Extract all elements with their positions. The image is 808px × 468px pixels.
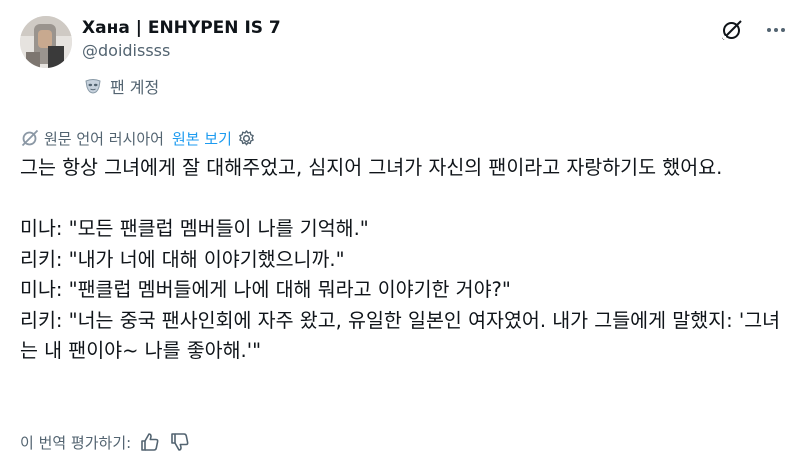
tweet-actions	[720, 18, 788, 42]
tweet-paragraph: 미나: "팬클럽 멤버들에게 나에 대해 뭐라고 이야기한 거야?"	[20, 278, 511, 301]
more-options-icon[interactable]	[764, 18, 788, 42]
profile-photo-image	[20, 16, 72, 68]
mask-icon	[85, 79, 101, 94]
display-name[interactable]: Хана | ENHYPEN IS 7	[82, 16, 281, 40]
gear-icon[interactable]	[237, 129, 256, 148]
tweet-header: Хана | ENHYPEN IS 7 @doidissss 팬 계정	[20, 14, 788, 104]
fan-account-label: 팬 계정	[110, 78, 160, 97]
tweet-paragraph: 미나: "모든 팬클럽 멤버들이 나를 기억해."	[20, 217, 369, 240]
thumbs-down-icon[interactable]	[169, 431, 191, 453]
fan-account-badge: 팬 계정	[82, 74, 159, 98]
show-original-link[interactable]: 원본 보기	[172, 128, 232, 149]
thumbs-up-icon[interactable]	[139, 431, 161, 453]
tweet-paragraph: 리키: "너는 중국 팬사인회에 자주 왔고, 유일한 일본인 여자였어. 내가…	[20, 308, 781, 363]
translation-bar: 원문 언어 러시아어 원본 보기	[20, 126, 256, 150]
grok-icon[interactable]	[720, 18, 744, 42]
translate-grok-icon	[21, 129, 39, 147]
tweet-text: 그는 항상 그녀에게 잘 대해주었고, 심지어 그녀가 자신의 팬이라고 자랑하…	[20, 153, 790, 367]
user-handle[interactable]: @doidissss	[82, 40, 281, 62]
ellipsis-icon	[767, 28, 785, 32]
source-language-label: 원문 언어 러시아어	[44, 129, 164, 148]
avatar[interactable]	[20, 16, 72, 68]
tweet-paragraph: 리키: "내가 너에 대해 이야기했으니까."	[20, 247, 345, 271]
author-block[interactable]: Хана | ENHYPEN IS 7 @doidissss	[82, 16, 281, 62]
tweet-paragraph: 그는 항상 그녀에게 잘 대해주었고, 심지어 그녀가 자신의 팬이라고 자랑하…	[20, 156, 723, 179]
rate-translation-label: 이 번역 평가하기:	[20, 433, 132, 452]
translation-rating: 이 번역 평가하기:	[20, 430, 199, 454]
